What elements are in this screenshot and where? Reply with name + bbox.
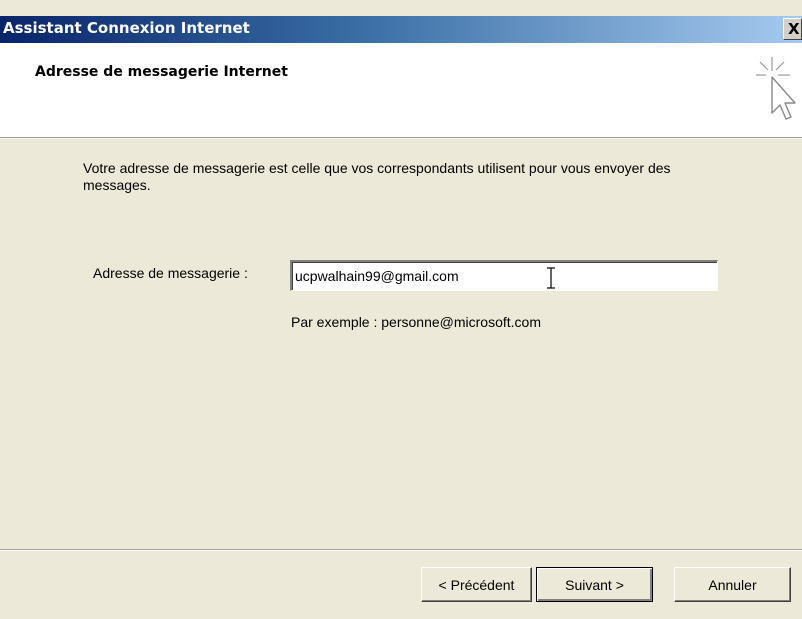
text-cursor-icon [547,267,555,289]
page-title: Adresse de messagerie Internet [35,64,288,80]
description-text: Votre adresse de messagerie est celle qu… [83,160,671,193]
example-text: Par exemple : personne@microsoft.com [291,314,541,330]
title-bar[interactable]: Assistant Connexion Internet X [0,16,802,43]
wizard-header: Adresse de messagerie Internet [0,43,802,137]
window-title: Assistant Connexion Internet [3,19,250,37]
email-label: Adresse de messagerie : [93,265,248,281]
wizard-cursor-icon [756,57,796,120]
footer-separator [0,549,802,551]
next-button[interactable]: Suivant > [536,567,653,602]
cancel-button[interactable]: Annuler [674,567,791,602]
email-input[interactable] [290,260,718,291]
close-button[interactable]: X [783,18,802,40]
close-icon: X [788,20,800,38]
header-separator [0,137,802,139]
wizard-window: Assistant Connexion Internet X Adresse d… [0,0,802,619]
back-button[interactable]: < Précédent [421,567,532,602]
